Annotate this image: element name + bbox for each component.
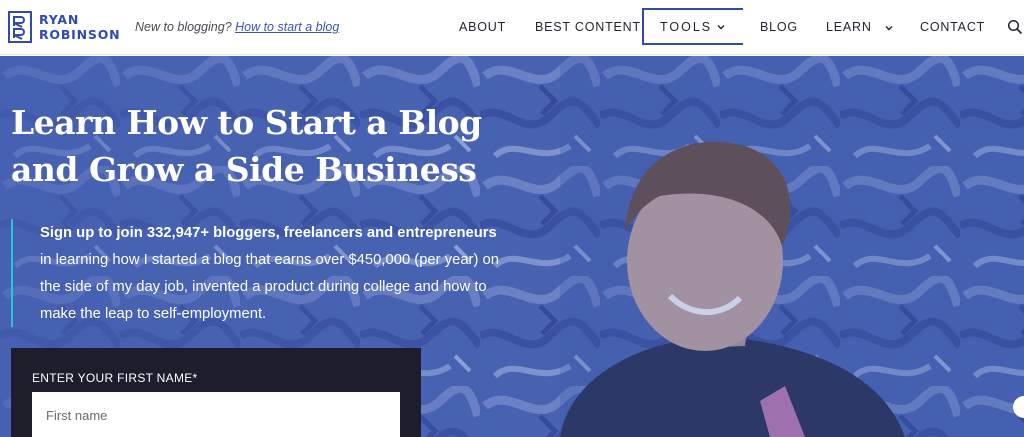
first-name-input[interactable]: [32, 392, 400, 437]
rr-monogram-icon: [8, 11, 32, 43]
tagline-prefix: New to blogging?: [135, 20, 232, 34]
logo-line-1: RYAN: [39, 12, 80, 27]
hero-title-line-2: and Grow a Side Business: [11, 150, 477, 189]
nav-tools-label: TOOLS: [660, 20, 713, 34]
hero-title: Learn How to Start a Blog and Grow a Sid…: [11, 99, 531, 193]
how-to-start-blog-link[interactable]: How to start a blog: [235, 20, 339, 34]
signup-form: ENTER YOUR FIRST NAME*: [11, 348, 421, 437]
logo-line-2: ROBINSON: [39, 27, 121, 42]
hero-lead-text: Sign up to join 332,947+ bloggers, freel…: [40, 220, 520, 328]
logo-wordmark: RYAN ROBINSON: [39, 12, 120, 42]
chevron-down-icon: [717, 25, 725, 30]
nav-tools[interactable]: TOOLS: [642, 8, 743, 45]
nav-learn[interactable]: LEARN: [826, 0, 894, 55]
header-tagline: New to blogging? How to start a blog: [135, 20, 339, 34]
nav-best-content[interactable]: BEST CONTENT: [535, 0, 641, 55]
first-name-label: ENTER YOUR FIRST NAME*: [32, 371, 198, 385]
site-logo[interactable]: RYAN ROBINSON: [8, 11, 128, 45]
chevron-down-icon: [885, 25, 893, 31]
hero-lead-bold: Sign up to join 332,947+ bloggers, freel…: [40, 225, 497, 241]
nav-about[interactable]: ABOUT: [459, 0, 506, 55]
hero-lead-line-1: in learning how I started a blog that ea…: [40, 252, 499, 268]
hero-lead-line-2: the side of my day job, invented a produ…: [40, 279, 487, 295]
nav-learn-label: LEARN: [826, 20, 872, 34]
hero-lead-line-3: make the leap to self-employment.: [40, 306, 267, 322]
site-header: RYAN ROBINSON New to blogging? How to st…: [0, 0, 1024, 55]
hero-section: Learn How to Start a Blog and Grow a Sid…: [0, 56, 1024, 437]
lead-accent-bar: [11, 219, 13, 327]
nav-contact[interactable]: CONTACT: [920, 0, 985, 55]
search-icon[interactable]: [1007, 19, 1023, 35]
hero-title-line-1: Learn How to Start a Blog: [11, 103, 482, 142]
nav-blog[interactable]: BLOG: [760, 0, 798, 55]
